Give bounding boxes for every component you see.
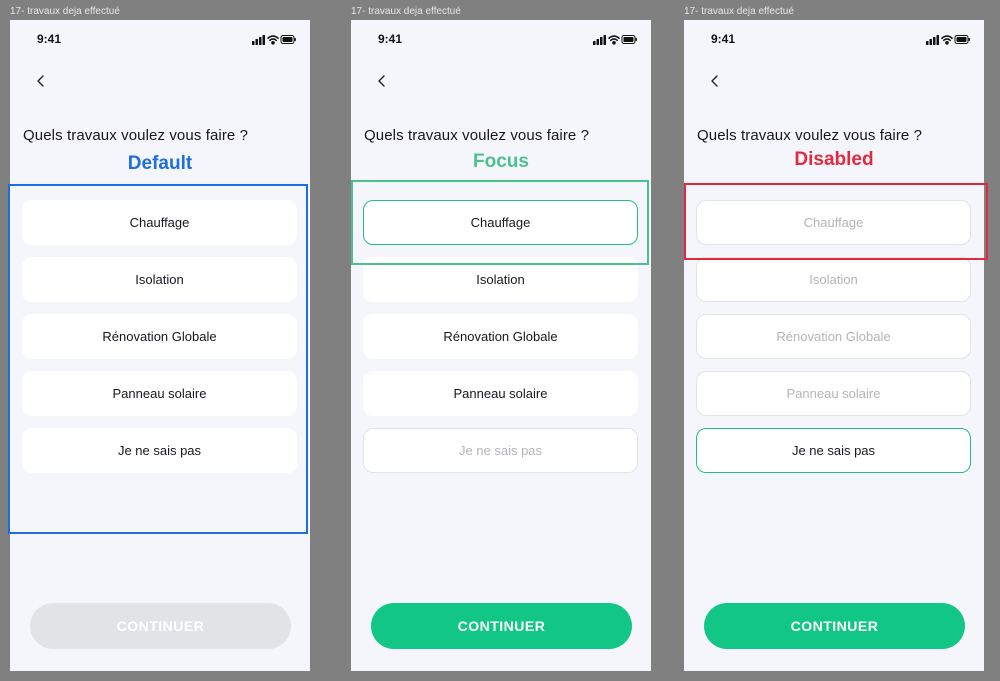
page-question: Quels travaux voulez vous faire ?	[23, 127, 249, 144]
screen-default: 9:41 Quels travaux voulez vous faire ? D…	[10, 20, 310, 671]
option-isolation-disabled[interactable]: Isolation	[696, 257, 971, 302]
wifi-icon	[267, 35, 279, 45]
state-label-disabled: Disabled	[794, 149, 874, 170]
screen-disabled: 9:41 Quels travaux voulez vous faire ? D…	[684, 20, 984, 671]
cellular-signal-icon	[593, 35, 606, 45]
status-bar: 9:41	[10, 32, 310, 48]
option-renovation-globale-disabled[interactable]: Rénovation Globale	[696, 314, 971, 359]
continue-button-disabled[interactable]: CONTINUER	[30, 603, 291, 649]
state-label-default: Default	[127, 153, 193, 174]
back-chevron-icon[interactable]	[32, 71, 48, 91]
status-bar: 9:41	[351, 32, 651, 48]
cellular-signal-icon	[252, 35, 265, 45]
state-label-focus: Focus	[473, 151, 529, 172]
status-time: 9:41	[711, 32, 736, 46]
option-isolation[interactable]: Isolation	[22, 257, 297, 302]
screen-focus: 9:41 Quels travaux voulez vous faire ? F…	[351, 20, 651, 671]
option-panneau-solaire-disabled[interactable]: Panneau solaire	[696, 371, 971, 416]
option-chauffage[interactable]: Chauffage	[22, 200, 297, 245]
cellular-signal-icon	[926, 35, 939, 45]
status-time: 9:41	[378, 32, 403, 46]
battery-icon	[621, 35, 637, 44]
option-je-ne-sais-pas-disabled[interactable]: Je ne sais pas	[363, 428, 638, 473]
option-renovation-globale[interactable]: Rénovation Globale	[363, 314, 638, 359]
option-renovation-globale[interactable]: Rénovation Globale	[22, 314, 297, 359]
back-chevron-icon[interactable]	[373, 71, 389, 91]
status-bar: 9:41	[684, 32, 984, 48]
page-question: Quels travaux voulez vous faire ?	[697, 127, 923, 144]
option-panneau-solaire[interactable]: Panneau solaire	[363, 371, 638, 416]
option-chauffage-focused[interactable]: Chauffage	[363, 200, 638, 245]
frame-title-disabled: 17- travaux deja effectué	[684, 6, 794, 17]
option-chauffage-disabled[interactable]: Chauffage	[696, 200, 971, 245]
frame-title-default: 17- travaux deja effectué	[10, 6, 120, 17]
option-je-ne-sais-pas-selected[interactable]: Je ne sais pas	[696, 428, 971, 473]
option-je-ne-sais-pas[interactable]: Je ne sais pas	[22, 428, 297, 473]
page-question: Quels travaux voulez vous faire ?	[364, 127, 590, 144]
status-time: 9:41	[37, 32, 62, 46]
option-panneau-solaire[interactable]: Panneau solaire	[22, 371, 297, 416]
battery-icon	[280, 35, 296, 44]
wifi-icon	[608, 35, 620, 45]
option-isolation[interactable]: Isolation	[363, 257, 638, 302]
back-chevron-icon[interactable]	[706, 71, 722, 91]
continue-button[interactable]: CONTINUER	[371, 603, 632, 649]
frame-title-focus: 17- travaux deja effectué	[351, 6, 461, 17]
continue-button[interactable]: CONTINUER	[704, 603, 965, 649]
battery-icon	[954, 35, 970, 44]
wifi-icon	[941, 35, 953, 45]
